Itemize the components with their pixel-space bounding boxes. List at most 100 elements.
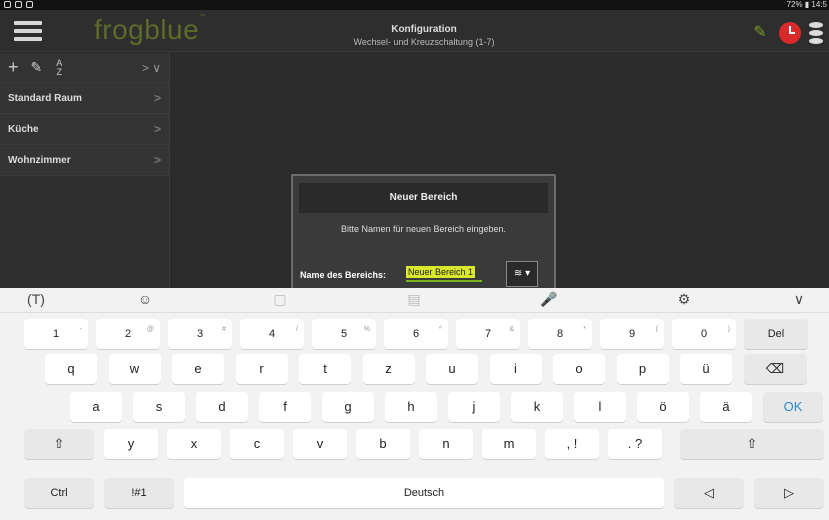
sidebar-item-label: Küche [8,123,39,135]
key-u[interactable]: u [426,354,478,384]
key-label: ▷ [784,485,794,500]
key-b[interactable]: b [356,429,410,459]
clock-icon[interactable] [779,22,801,44]
key-z[interactable]: z [362,354,415,384]
header-actions: ✎ [749,22,823,44]
database-icon[interactable] [809,22,823,44]
key-label: j [472,399,476,414]
shift-key[interactable]: ⇧ [24,429,94,459]
key-hint: ( [655,326,658,333]
key-ä[interactable]: ä [700,392,752,422]
key-label: x [190,436,198,451]
key-t[interactable]: t [299,354,351,384]
key-6[interactable]: 6 ^ [384,319,448,349]
sidebar: + ✎ AZ > ∨ Standard Raum > Küche > Wohnz… [0,53,170,288]
key-g[interactable]: g [322,392,374,422]
sidebar-item-wohnzimmer[interactable]: Wohnzimmer > [0,145,169,176]
chevron-right-icon: > [153,91,161,105]
menu-icon[interactable] [14,20,42,42]
translate-icon[interactable]: (T) [26,291,46,307]
area-icon-select[interactable]: ≋ ▾ [506,261,538,287]
area-name-label: Name des Bereichs: [300,270,387,280]
key-e[interactable]: e [172,354,224,384]
key-w[interactable]: w [108,354,161,384]
edit-icon[interactable]: ✎ [31,59,43,76]
key-1[interactable]: 1- [24,319,88,349]
app-header: frogblue™ Konfiguration Wechsel- und Kre… [0,10,829,52]
key-5[interactable]: 5% [312,319,376,349]
key-l[interactable]: l [574,392,626,422]
emoji-icon[interactable]: ☺ [135,291,155,307]
key-n[interactable]: n [419,429,473,459]
cursor-right-key[interactable]: ▷ [754,478,824,508]
cursor-left-key[interactable]: ◁ [674,478,744,508]
microphone-icon[interactable]: 🎤 [539,291,559,308]
key-. ?[interactable]: . ? [608,429,662,459]
hide-keyboard-icon[interactable]: ∨ [789,291,809,308]
key-label: o [575,361,583,376]
key-s[interactable]: s [133,392,185,422]
key-q[interactable]: q [45,354,97,384]
key-label: b [379,436,387,451]
dialog-title: Neuer Bereich [299,183,548,213]
space-key[interactable]: Deutsch [184,478,664,508]
key-j[interactable]: j [448,392,500,422]
clipboard-icon[interactable]: ▤ [404,291,424,308]
key-4[interactable]: 4/ [240,319,304,349]
frog-leaf-icon[interactable]: ✎ [749,24,771,42]
key-f[interactable]: f [259,392,311,422]
key-i[interactable]: i [489,354,542,384]
key-0[interactable]: 0) [672,319,736,349]
key-y[interactable]: y [104,429,158,459]
key-o[interactable]: o [553,354,605,384]
area-name-input[interactable]: Neuer Bereich 1 [406,266,482,282]
key-hint: / [296,326,298,333]
key-label: 0 [700,328,708,340]
key-r[interactable]: r [235,354,288,384]
key-label: 9 [628,328,636,340]
key-label: n [442,436,450,451]
key-label: ⌫ [765,361,785,376]
key-v[interactable]: v [293,429,347,459]
key-label: !#1 [131,487,147,499]
ok-key[interactable]: OK [763,392,823,422]
key-h[interactable]: h [385,392,437,422]
sort-az-icon[interactable]: AZ [54,58,64,77]
sticker-icon[interactable]: ▢ [270,291,290,308]
sidebar-item-kueche[interactable]: Küche > [0,114,169,145]
key-label: m [503,436,515,451]
key-label: 4 [268,328,276,340]
sidebar-item-standard-raum[interactable]: Standard Raum > [0,83,169,114]
key-3[interactable]: 3 # [168,319,232,349]
add-icon[interactable]: + [8,57,19,78]
key-label: u [448,361,456,376]
settings-icon[interactable]: ⚙ [674,291,694,308]
key-label: OK [783,399,803,414]
key-x[interactable]: x [167,429,221,459]
key-label: i [514,361,517,376]
key-ü[interactable]: ü [680,354,732,384]
key-c[interactable]: c [230,429,284,459]
expand-icon[interactable]: > ∨ [142,61,161,75]
key-a[interactable]: a [70,392,122,422]
delete-key[interactable]: Del [744,319,808,349]
key-m[interactable]: m [482,429,536,459]
key-7[interactable]: 7 & [456,319,520,349]
key-p[interactable]: p [616,354,669,384]
key-ö[interactable]: ö [637,392,689,422]
shift-key[interactable]: ⇧ [680,429,824,459]
key-, ![interactable]: , ! [545,429,599,459]
status-bar: 72% ▮ 14:5 [0,0,829,10]
key-k[interactable]: k [511,392,563,422]
key-2[interactable]: 2 @ [96,319,160,349]
key-8[interactable]: 8 * [528,319,592,349]
key-hint: & [509,326,514,333]
key-d[interactable]: d [196,392,248,422]
ctrl-key[interactable]: Ctrl [24,478,94,508]
key-label: , ! [566,436,578,451]
backspace-key[interactable]: ⌫ [743,354,807,384]
symbols-key[interactable]: !#1 [104,478,174,508]
key-label: a [92,399,100,414]
key-label: w [129,361,140,376]
key-9[interactable]: 9( [600,319,664,349]
